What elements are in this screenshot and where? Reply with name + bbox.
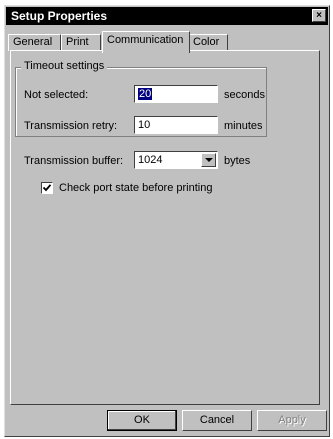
close-icon: × (316, 10, 322, 21)
apply-button-label: Apply (278, 414, 306, 426)
tab-general[interactable]: General (8, 34, 61, 51)
tab-color-label: Color (193, 36, 220, 48)
tab-communication[interactable]: Communication (102, 31, 190, 53)
cancel-button[interactable]: Cancel (182, 410, 252, 431)
not-selected-input[interactable]: 20 (134, 85, 218, 103)
window-title: Setup Properties (11, 9, 108, 23)
transmission-buffer-value: 1024 (138, 154, 163, 166)
check-port-label[interactable]: Check port state before printing (59, 182, 212, 194)
transmission-retry-value: 10 (138, 119, 151, 131)
transmission-retry-input[interactable]: 10 (134, 116, 218, 134)
apply-button[interactable]: Apply (257, 410, 327, 431)
transmission-buffer-select[interactable]: 1024 (134, 151, 218, 169)
tab-general-label: General (13, 36, 53, 48)
tab-color[interactable]: Color (188, 34, 228, 51)
transmission-buffer-unit: bytes (224, 155, 251, 167)
checkmark-icon (42, 184, 52, 192)
transmission-retry-label: Transmission retry: (24, 120, 118, 132)
not-selected-value: 20 (138, 88, 153, 100)
cancel-button-label: Cancel (199, 414, 235, 426)
transmission-buffer-label: Transmission buffer: (24, 155, 124, 167)
ok-button[interactable]: OK (107, 410, 177, 431)
title-bar[interactable]: Setup Properties × (6, 7, 328, 25)
tab-print[interactable]: Print (61, 34, 101, 51)
close-button[interactable]: × (312, 9, 326, 22)
not-selected-unit: seconds (224, 89, 265, 101)
timeout-settings-title: Timeout settings (21, 60, 108, 72)
transmission-retry-unit: minutes (224, 120, 263, 132)
tab-print-label: Print (66, 36, 89, 48)
chevron-down-icon[interactable] (201, 153, 216, 167)
ok-button-label: OK (134, 414, 150, 426)
not-selected-label: Not selected: (24, 89, 89, 101)
tab-communication-label: Communication (107, 34, 184, 46)
check-port-checkbox[interactable] (41, 182, 53, 194)
